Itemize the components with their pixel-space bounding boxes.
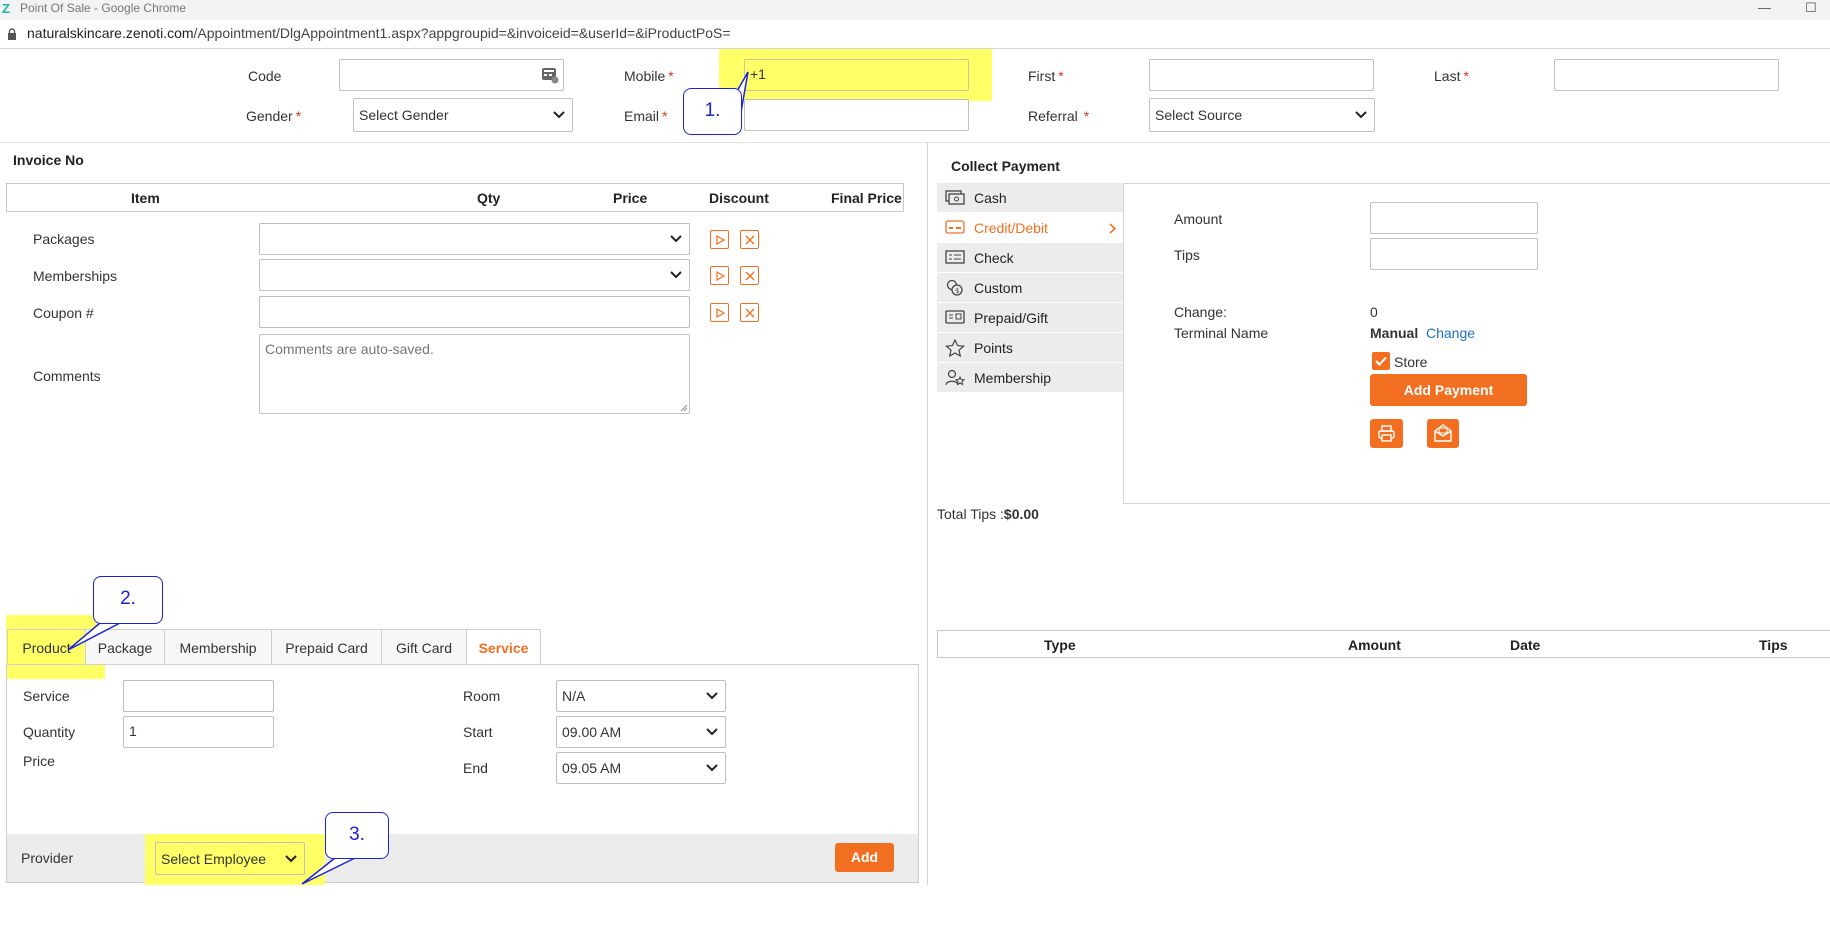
callout-3: 3. (325, 812, 389, 859)
callout-2: 2. (93, 576, 163, 624)
callout-pointers (67, 71, 749, 885)
callout-3-pointer (301, 857, 356, 885)
callout-1: 1. (683, 88, 742, 135)
callout-2-pointer (67, 622, 121, 651)
